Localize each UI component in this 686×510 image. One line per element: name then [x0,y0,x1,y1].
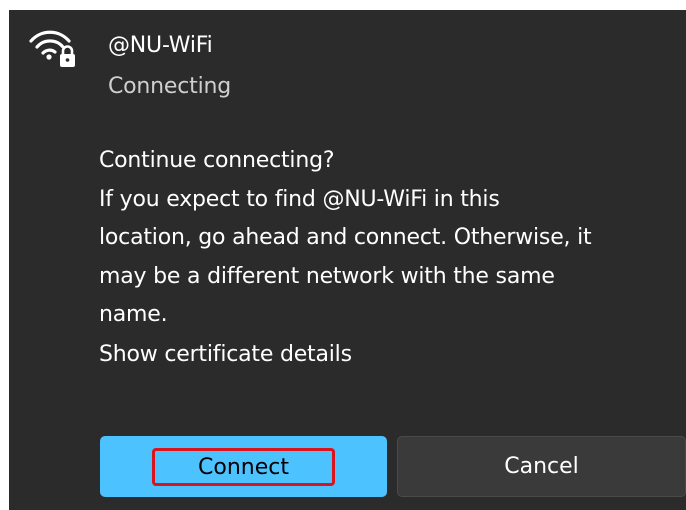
message-line: location, go ahead and connect. Otherwis… [99,225,592,250]
show-certificate-details-link[interactable]: Show certificate details [99,336,352,374]
wifi-connect-flyout: @NU-WiFi Connecting Continue connecting?… [9,10,686,510]
message-line: name. [99,302,168,327]
message-line: If you expect to find @NU-WiFi in this [99,186,500,212]
network-name: @NU-WiFi [108,33,213,58]
connect-message: Continue connecting? If you expect to fi… [99,142,684,335]
connect-button[interactable]: Connect [100,436,387,497]
wifi-secured-icon [27,24,77,70]
network-status: Connecting [108,74,231,99]
cancel-button[interactable]: Cancel [397,436,686,497]
connect-button-label: Connect [152,448,335,486]
message-line: Continue connecting? [99,148,335,173]
message-line: may be a different network with the same [99,263,555,289]
